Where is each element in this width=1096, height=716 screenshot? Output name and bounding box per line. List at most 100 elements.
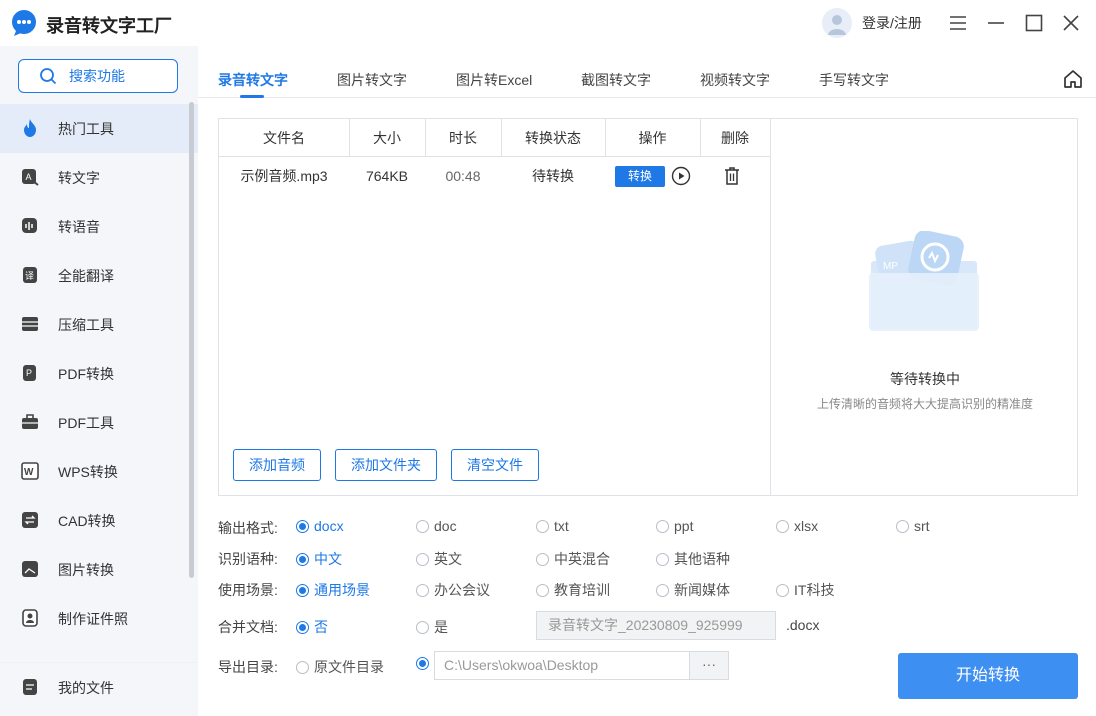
language-chinese-radio[interactable]: 中文 xyxy=(296,549,342,569)
sidebar-item-pdf-convert[interactable]: P PDF转换 xyxy=(0,349,198,398)
empty-state-subtitle: 上传清晰的音频将大大提高识别的精准度 xyxy=(816,397,1033,411)
sidebar-item-label: PDF工具 xyxy=(58,414,114,431)
scene-education-radio[interactable]: 教育培训 xyxy=(536,580,610,600)
empty-folder-illustration: MP xyxy=(869,231,979,331)
my-files-label: 我的文件 xyxy=(58,679,114,696)
sidebar-item-label: PDF转换 xyxy=(58,365,114,382)
format-xlsx-radio[interactable]: xlsx xyxy=(776,518,818,534)
id-photo-icon xyxy=(22,609,38,627)
format-txt-radio[interactable]: txt xyxy=(536,518,569,534)
sidebar-item-translate[interactable]: 译 全能翻译 xyxy=(0,251,198,300)
export-path-input[interactable]: C:\Users\okwoa\Desktop xyxy=(434,651,690,680)
merge-label: 合并文档: xyxy=(218,619,278,635)
cad-icon xyxy=(22,512,38,528)
sidebar-item-hot-tools[interactable]: 热门工具 xyxy=(0,104,198,153)
translate-icon: 译 xyxy=(23,267,37,283)
title-bar: 录音转文字工厂 登录/注册 xyxy=(0,0,1096,46)
text-convert-icon: A xyxy=(22,169,39,186)
compress-icon xyxy=(22,317,38,331)
tab-video-to-text[interactable]: 视频转文字 xyxy=(700,70,770,90)
tab-image-to-excel[interactable]: 图片转Excel xyxy=(456,70,532,90)
col-header-filename: 文件名 xyxy=(263,130,305,146)
scene-news-radio[interactable]: 新闻媒体 xyxy=(656,580,730,600)
start-convert-button[interactable]: 开始转换 xyxy=(898,653,1078,699)
panel-divider xyxy=(770,119,771,495)
language-english-radio[interactable]: 英文 xyxy=(416,549,462,569)
col-header-status: 转换状态 xyxy=(525,130,581,146)
menu-icon[interactable] xyxy=(945,10,971,36)
merged-filename-input[interactable]: 录音转文字_20230809_925999 xyxy=(536,611,776,640)
tab-screenshot-to-text[interactable]: 截图转文字 xyxy=(581,70,651,90)
svg-text:A: A xyxy=(26,172,32,182)
language-mixed-radio[interactable]: 中英混合 xyxy=(536,549,610,569)
sidebar-item-label: 转文字 xyxy=(58,169,100,186)
mp-badge-text: MP xyxy=(883,261,898,272)
browse-folder-button[interactable]: ··· xyxy=(690,651,729,680)
login-button[interactable]: 登录/注册 xyxy=(822,8,922,38)
output-format-label: 输出格式: xyxy=(218,520,278,536)
tab-bar: 录音转文字 图片转文字 图片转Excel 截图转文字 视频转文字 手写转文字 xyxy=(198,46,1096,98)
scene-label: 使用场景: xyxy=(218,582,278,598)
export-custom-dir-radio[interactable] xyxy=(416,657,429,670)
sidebar-item-label: 转语音 xyxy=(58,218,100,235)
tab-audio-to-text[interactable]: 录音转文字 xyxy=(218,70,288,90)
scene-meeting-radio[interactable]: 办公会议 xyxy=(416,580,490,600)
search-icon xyxy=(40,68,57,85)
merge-no-radio[interactable]: 否 xyxy=(296,617,328,637)
sidebar-item-cad-convert[interactable]: CAD转换 xyxy=(0,496,198,545)
format-ppt-radio[interactable]: ppt xyxy=(656,518,693,534)
search-function-button[interactable]: 搜索功能 xyxy=(18,59,178,93)
sidebar-item-to-text[interactable]: A 转文字 xyxy=(0,153,198,202)
format-srt-radio[interactable]: srt xyxy=(896,518,930,534)
pdf-convert-icon: P xyxy=(23,365,36,381)
sidebar-nav: 热门工具 A 转文字 转语音 译 全能翻译 压缩工具 P PDF转换 PDF工具… xyxy=(0,104,198,643)
sidebar-item-pdf-tools[interactable]: PDF工具 xyxy=(0,398,198,447)
export-source-dir-radio[interactable]: 原文件目录 xyxy=(296,657,384,677)
toolbox-icon xyxy=(22,414,38,429)
sidebar-item-id-photo[interactable]: 制作证件照 xyxy=(0,594,198,643)
sidebar: 搜索功能 热门工具 A 转文字 转语音 译 全能翻译 压缩工具 P PDF转换 … xyxy=(0,46,198,716)
sidebar-scrollbar[interactable] xyxy=(189,102,194,578)
file-extension-label: .docx xyxy=(786,617,820,633)
merge-yes-radio[interactable]: 是 xyxy=(416,617,448,637)
clear-files-button[interactable]: 清空文件 xyxy=(451,449,539,481)
flame-icon xyxy=(24,119,36,137)
active-tab-indicator xyxy=(240,95,264,98)
home-icon[interactable] xyxy=(1062,68,1084,90)
sidebar-item-my-files[interactable]: 我的文件 xyxy=(0,662,198,712)
trash-icon[interactable] xyxy=(722,165,742,187)
export-dir-label: 导出目录: xyxy=(218,659,278,675)
file-panel: 文件名 大小 时长 转换状态 操作 删除 示例音频.mp3 764KB 00:4… xyxy=(218,118,1078,496)
file-status: 待转换 xyxy=(532,168,574,184)
play-icon[interactable] xyxy=(671,166,691,186)
file-duration: 00:48 xyxy=(445,168,481,184)
sidebar-item-to-voice[interactable]: 转语音 xyxy=(0,202,198,251)
tab-image-to-text[interactable]: 图片转文字 xyxy=(337,70,407,90)
sidebar-item-image-convert[interactable]: 图片转换 xyxy=(0,545,198,594)
tab-handwriting-to-text[interactable]: 手写转文字 xyxy=(819,70,889,90)
my-files-icon xyxy=(23,679,37,695)
file-name: 示例音频.mp3 xyxy=(240,168,328,184)
add-folder-button[interactable]: 添加文件夹 xyxy=(335,449,437,481)
sidebar-item-wps-convert[interactable]: W WPS转换 xyxy=(0,447,198,496)
svg-text:P: P xyxy=(26,368,32,378)
convert-file-button[interactable]: 转换 xyxy=(615,166,665,187)
wps-icon: W xyxy=(21,462,39,480)
app-logo-icon xyxy=(12,10,36,36)
col-header-delete: 删除 xyxy=(721,130,749,146)
maximize-icon[interactable] xyxy=(1021,10,1047,36)
minimize-icon[interactable] xyxy=(983,10,1009,36)
language-other-radio[interactable]: 其他语种 xyxy=(656,549,730,569)
sidebar-item-label: 全能翻译 xyxy=(58,267,114,284)
sidebar-item-label: 热门工具 xyxy=(58,120,114,137)
app-window: 录音转文字工厂 登录/注册 搜索功能 热门工具 A 转文字 转语音 译 全能翻译… xyxy=(0,0,1096,716)
format-docx-radio[interactable]: docx xyxy=(296,518,344,534)
scene-it-radio[interactable]: IT科技 xyxy=(776,580,834,600)
close-icon[interactable] xyxy=(1058,10,1084,36)
scene-general-radio[interactable]: 通用场景 xyxy=(296,580,370,600)
voice-icon xyxy=(22,218,37,233)
add-audio-button[interactable]: 添加音频 xyxy=(233,449,321,481)
sidebar-item-compress[interactable]: 压缩工具 xyxy=(0,300,198,349)
format-doc-radio[interactable]: doc xyxy=(416,518,457,534)
login-label: 登录/注册 xyxy=(862,15,922,31)
